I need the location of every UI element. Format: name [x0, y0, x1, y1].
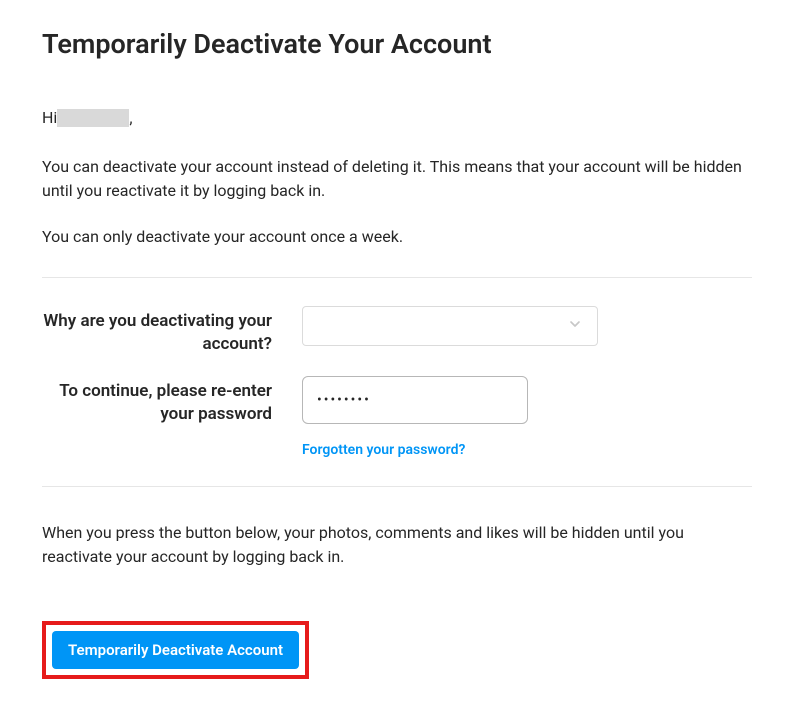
reason-label: Why are you deactivating your account? — [42, 306, 302, 356]
chevron-down-icon — [567, 316, 583, 336]
deactivate-info-paragraph-2: You can only deactivate your account onc… — [42, 225, 752, 249]
password-row: To continue, please re-enter your passwo… — [42, 376, 752, 458]
forgot-password-link[interactable]: Forgotten your password? — [302, 442, 465, 458]
page-title: Temporarily Deactivate Your Account — [42, 28, 752, 60]
greeting-suffix: , — [129, 108, 132, 127]
reason-row: Why are you deactivating your account? — [42, 306, 752, 356]
annotation-highlight-box: Temporarily Deactivate Account — [42, 621, 309, 679]
bottom-section: When you press the button below, your ph… — [42, 487, 752, 679]
deactivate-form: Why are you deactivating your account? T… — [42, 278, 752, 458]
deactivate-info-paragraph-1: You can deactivate your account instead … — [42, 155, 752, 203]
reason-select[interactable] — [302, 306, 598, 346]
temporarily-deactivate-button[interactable]: Temporarily Deactivate Account — [52, 631, 299, 669]
greeting-prefix: Hi — [42, 108, 57, 127]
deactivate-info-paragraph-3: When you press the button below, your ph… — [42, 521, 752, 569]
password-label: To continue, please re-enter your passwo… — [42, 376, 302, 426]
password-input[interactable] — [302, 376, 528, 424]
greeting-username-redacted — [57, 109, 129, 127]
greeting-line: Hi , — [42, 108, 752, 127]
